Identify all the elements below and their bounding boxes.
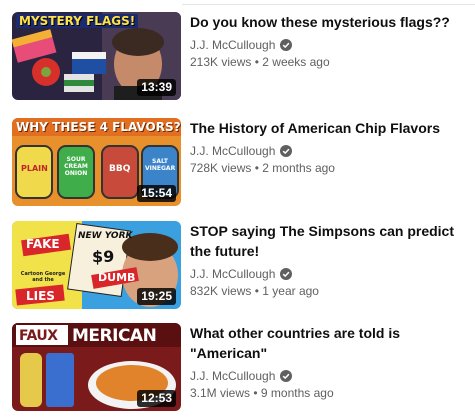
video-meta: Do you know these mysterious flags?? J.J… [190, 12, 470, 70]
video-item[interactable]: FAUX MERICAN 12:53 What other countries … [0, 323, 475, 411]
video-meta: What other countries are told is "Americ… [190, 323, 470, 401]
video-stats: 3.1M views • 9 months ago [190, 385, 470, 401]
channel-name[interactable]: J.J. McCullough [190, 37, 275, 53]
upload-age: 1 year ago [262, 284, 319, 298]
video-stats: 728K views • 2 months ago [190, 160, 470, 176]
duration-badge: 13:39 [137, 79, 176, 96]
video-thumbnail[interactable]: FAKE NEW YORK $9 DUMB LIES Cartoon Georg… [12, 221, 181, 309]
video-thumbnail[interactable]: WHY THESE 4 FLAVORS? PLAIN SOUR CREAM ON… [12, 118, 181, 206]
channel-row: J.J. McCullough [190, 368, 470, 384]
view-count: 728K views [190, 161, 252, 175]
video-stats: 213K views • 2 weeks ago [190, 54, 470, 70]
channel-row: J.J. McCullough [190, 37, 470, 53]
video-item[interactable]: WHY THESE 4 FLAVORS? PLAIN SOUR CREAM ON… [0, 118, 475, 206]
view-count: 3.1M views [190, 386, 251, 400]
video-meta: The History of American Chip Flavors J.J… [190, 118, 470, 176]
video-item[interactable]: MYSTERY FLAGS! 13:39 Do you know these m… [0, 12, 475, 100]
channel-name[interactable]: J.J. McCullough [190, 266, 275, 282]
channel-row: J.J. McCullough [190, 143, 470, 159]
verified-check-icon [280, 370, 293, 382]
verified-check-icon [280, 268, 293, 280]
channel-name[interactable]: J.J. McCullough [190, 368, 275, 384]
upload-age: 2 weeks ago [262, 55, 330, 69]
view-count: 832K views [190, 284, 252, 298]
upload-age: 9 months ago [260, 386, 334, 400]
duration-badge: 12:53 [137, 390, 176, 407]
channel-row: J.J. McCullough [190, 266, 470, 282]
top-divider [182, 4, 475, 5]
video-thumbnail[interactable]: FAUX MERICAN 12:53 [12, 323, 181, 411]
video-item[interactable]: FAKE NEW YORK $9 DUMB LIES Cartoon Georg… [0, 221, 475, 309]
channel-name[interactable]: J.J. McCullough [190, 143, 275, 159]
video-title[interactable]: The History of American Chip Flavors [190, 118, 470, 138]
verified-check-icon [280, 39, 293, 51]
video-meta: STOP saying The Simpsons can predict the… [190, 221, 470, 299]
video-title[interactable]: Do you know these mysterious flags?? [190, 12, 470, 32]
verified-check-icon [280, 145, 293, 157]
duration-badge: 15:54 [137, 185, 176, 202]
video-title[interactable]: What other countries are told is "Americ… [190, 323, 470, 363]
video-thumbnail[interactable]: MYSTERY FLAGS! 13:39 [12, 12, 181, 100]
separator-dot: • [253, 386, 261, 400]
view-count: 213K views [190, 55, 252, 69]
video-title[interactable]: STOP saying The Simpsons can predict the… [190, 221, 470, 261]
upload-age: 2 months ago [262, 161, 335, 175]
duration-badge: 19:25 [137, 288, 176, 305]
video-stats: 832K views • 1 year ago [190, 283, 470, 299]
